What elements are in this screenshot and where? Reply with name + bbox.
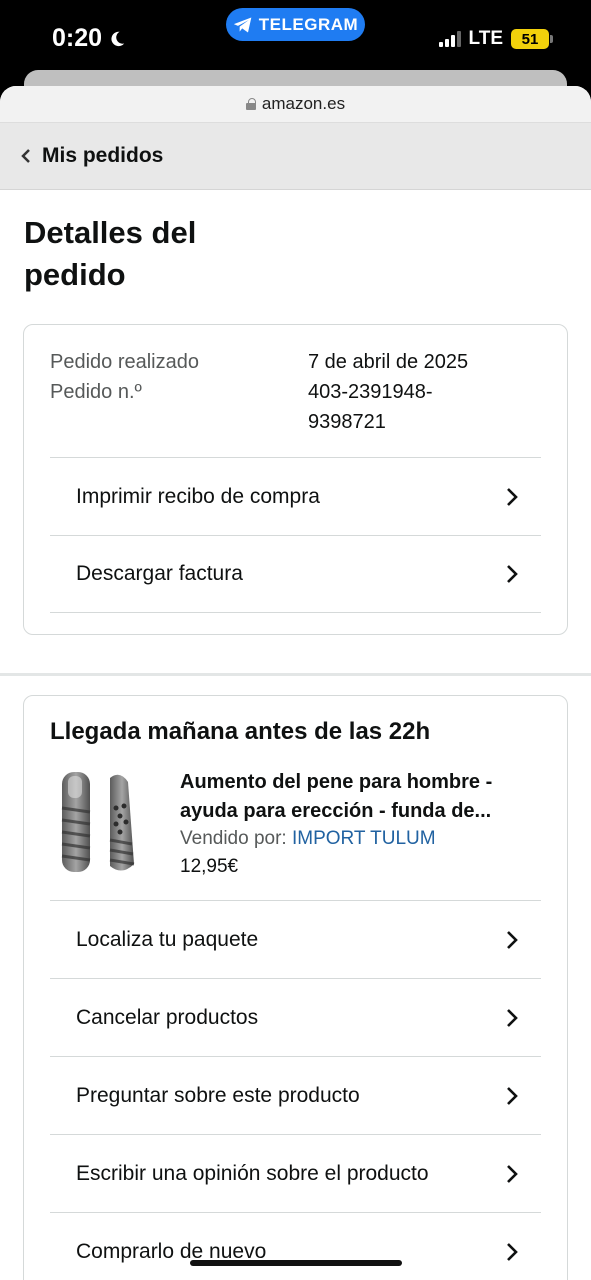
order-number-label: Pedido n.º	[50, 381, 142, 403]
chevron-right-icon	[507, 930, 518, 949]
chevron-right-icon	[507, 1008, 518, 1027]
telegram-pill[interactable]: TELEGRAM	[226, 8, 365, 41]
back-nav-label: Mis pedidos	[42, 144, 164, 167]
write-review-row[interactable]: Escribir una opinión sobre el producto	[50, 1134, 541, 1212]
product-item[interactable]: Aumento del pene para hombre - ayuda par…	[24, 746, 567, 900]
order-placed-value: 7 de abril de 2025	[308, 351, 469, 373]
telegram-icon	[233, 17, 252, 32]
seller-info: Vendido por: IMPORT TULUM	[180, 828, 541, 850]
cancel-items-label: Cancelar productos	[76, 1005, 259, 1029]
product-price: 12,95€	[180, 856, 239, 877]
product-image[interactable]	[50, 768, 166, 876]
product-title-line-1[interactable]: Aumento del pene para hombre -	[180, 768, 541, 797]
status-bar: 0:20 TELEGRAM LTE 51	[0, 0, 591, 72]
signal-icon	[438, 31, 461, 47]
chevron-right-icon	[507, 1086, 518, 1105]
download-invoice-row[interactable]: Descargar factura	[50, 535, 541, 613]
order-number-value: 403-2391948-9398721	[308, 381, 433, 433]
browser-sheet: amazon.es Mis pedidos Detalles del pedid…	[0, 86, 591, 1280]
buy-again-row[interactable]: Comprarlo de nuevo	[50, 1212, 541, 1280]
status-time: 0:20	[52, 24, 126, 53]
clock-text: 0:20	[52, 24, 103, 52]
chevron-right-icon	[507, 487, 518, 506]
order-meta: Pedido realizado Pedido n.º 7 de abril d…	[24, 325, 567, 457]
order-placed-label: Pedido realizado	[50, 351, 199, 373]
url-bar[interactable]: amazon.es	[0, 86, 591, 123]
home-indicator[interactable]	[190, 1260, 402, 1266]
chevron-right-icon	[507, 1164, 518, 1183]
delivery-heading: Llegada mañana antes de las 22h	[50, 718, 431, 745]
pill-label: TELEGRAM	[258, 14, 359, 34]
url-text: amazon.es	[261, 94, 346, 113]
chevron-right-icon	[507, 565, 518, 583]
product-title-line-2[interactable]: ayuda para erección - funda de...	[180, 797, 541, 826]
print-receipt-row[interactable]: Imprimir recibo de compra	[50, 457, 541, 535]
network-label: LTE	[468, 28, 503, 49]
shipment-card: Llegada mañana antes de las 22h Aumento …	[23, 695, 568, 1280]
back-nav[interactable]: Mis pedidos	[0, 123, 591, 190]
page-title: Detalles del pedido	[24, 215, 197, 292]
order-summary-card: Pedido realizado Pedido n.º 7 de abril d…	[23, 324, 568, 635]
chevron-right-icon	[507, 1242, 518, 1261]
seller-link[interactable]: IMPORT TULUM	[292, 828, 436, 849]
track-package-row[interactable]: Localiza tu paquete	[50, 900, 541, 978]
download-invoice-label: Descargar factura	[76, 562, 243, 585]
moon-icon	[111, 31, 125, 46]
battery-level: 51	[521, 30, 539, 48]
print-receipt-label: Imprimir recibo de compra	[76, 484, 320, 508]
lock-icon	[245, 98, 256, 110]
battery-icon: 51	[511, 29, 553, 49]
status-indicators: LTE 51	[438, 28, 553, 50]
ask-product-question-label: Preguntar sobre este producto	[76, 1083, 360, 1107]
section-divider	[0, 673, 591, 676]
chevron-left-icon	[21, 149, 30, 163]
seller-prefix: Vendido por:	[180, 828, 287, 849]
write-review-label: Escribir una opinión sobre el producto	[76, 1161, 429, 1185]
cancel-items-row[interactable]: Cancelar productos	[50, 978, 541, 1056]
track-package-label: Localiza tu paquete	[76, 927, 259, 951]
ask-product-question-row[interactable]: Preguntar sobre este producto	[50, 1056, 541, 1134]
